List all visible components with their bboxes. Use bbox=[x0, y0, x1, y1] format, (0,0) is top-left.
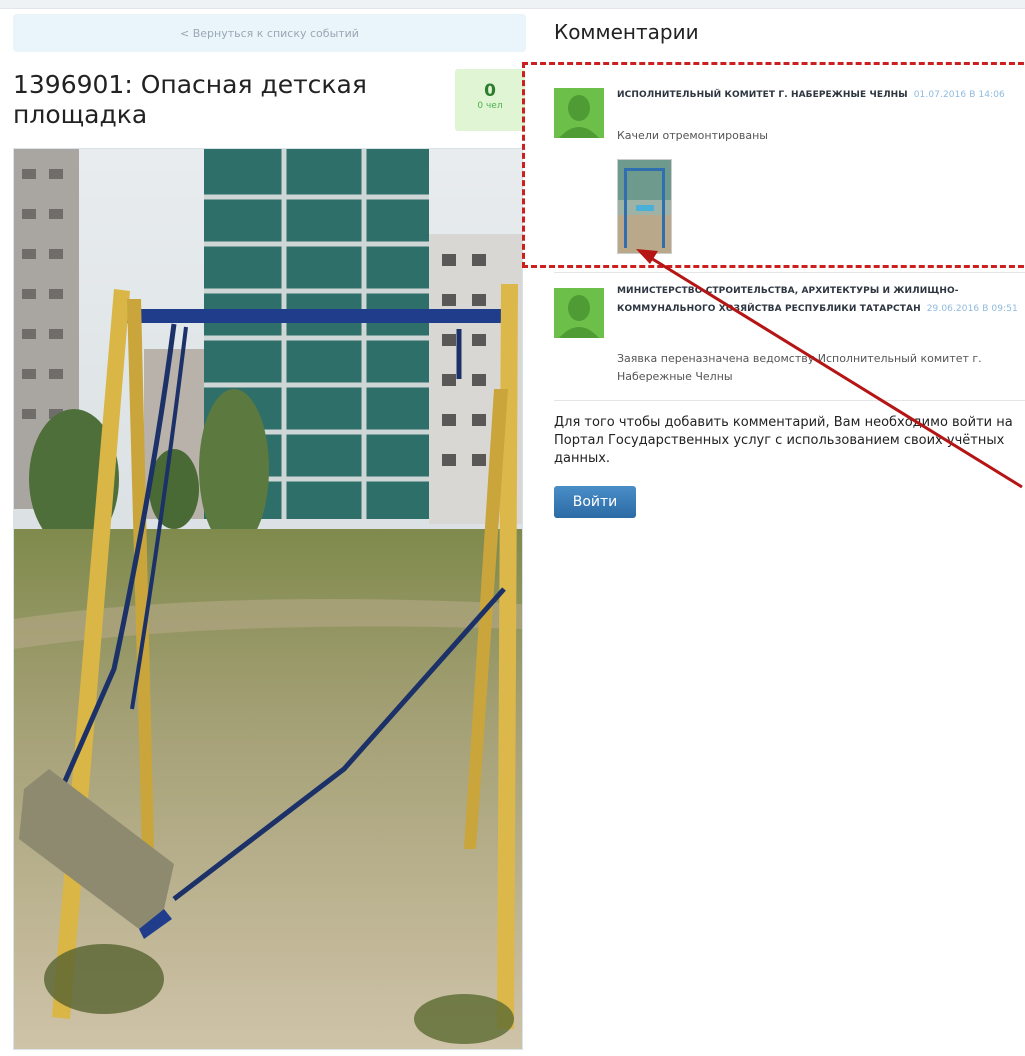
comment-date: 29.06.2016 в 09:51 bbox=[926, 304, 1018, 314]
comment-divider bbox=[554, 400, 1025, 401]
login-button[interactable]: Войти bbox=[554, 486, 636, 518]
user-avatar-icon bbox=[554, 288, 604, 338]
comments-title: Комментарии bbox=[554, 20, 699, 44]
comment-author-name: МИНИСТЕРСТВО СТРОИТЕЛЬСТВА, АРХИТЕКТУРЫ … bbox=[617, 286, 959, 314]
comment-author: ИСПОЛНИТЕЛЬНЫЙ КОМИТЕТ Г. НАБЕРЕЖНЫЕ ЧЕЛ… bbox=[617, 86, 1022, 104]
comment-text: Заявка переназначена ведомству Исполните… bbox=[617, 352, 982, 383]
event-title: 1396901: Опасная детская площадка bbox=[13, 70, 367, 129]
user-avatar-icon bbox=[554, 88, 604, 138]
event-photo[interactable] bbox=[13, 148, 523, 1050]
playground-swing-photo bbox=[14, 149, 522, 1049]
top-bar bbox=[0, 0, 1025, 9]
comment-author-name: ИСПОЛНИТЕЛЬНЫЙ КОМИТЕТ Г. НАБЕРЕЖНЫЕ ЧЕЛ… bbox=[617, 90, 908, 100]
login-required-note: Для того чтобы добавить комментарий, Вам… bbox=[554, 415, 1013, 466]
back-to-events-link[interactable]: < Вернуться к списку событий bbox=[13, 14, 526, 52]
votes-label: 0 чел bbox=[477, 101, 503, 111]
comment-author: МИНИСТЕРСТВО СТРОИТЕЛЬСТВА, АРХИТЕКТУРЫ … bbox=[617, 282, 1022, 318]
votes-badge[interactable]: 0 0 чел bbox=[455, 69, 525, 131]
comment-date: 01.07.2016 в 14:06 bbox=[913, 90, 1005, 100]
comment-text: Качели отремонтированы bbox=[617, 129, 768, 142]
comment-attachment-thumbnail[interactable] bbox=[617, 159, 672, 254]
votes-count: 0 bbox=[484, 81, 496, 101]
comment-divider bbox=[554, 272, 1025, 273]
